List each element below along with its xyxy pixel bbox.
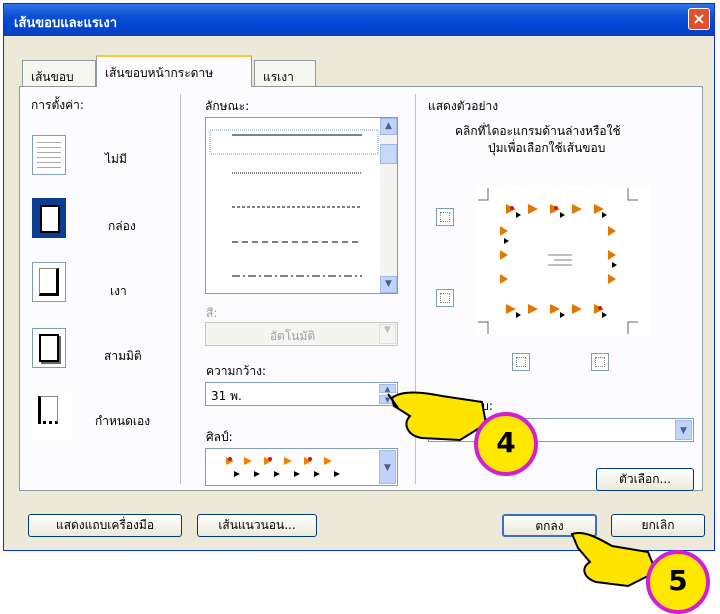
- width-value: 31 พ.: [211, 389, 242, 403]
- setting-box-label[interactable]: กล่อง: [108, 217, 136, 236]
- title-bar[interactable]: เส้นขอบและแรเงา ×: [4, 4, 714, 36]
- bottom-border-button[interactable]: [436, 289, 454, 307]
- tab-label: เส้นขอบหน้ากระดาษ: [105, 66, 214, 80]
- width-label: ความกว้าง:: [206, 364, 267, 378]
- style-scrollbar[interactable]: ▲ ▼: [380, 118, 397, 293]
- step-5-badge: 5: [646, 550, 710, 614]
- tab-label: เส้นขอบ: [31, 70, 74, 84]
- tab-borders[interactable]: เส้นขอบ: [22, 60, 96, 86]
- preview-area[interactable]: [476, 186, 650, 336]
- art-label: ศิลป์:: [206, 430, 233, 444]
- setting-custom-label[interactable]: กำหนดเอง: [95, 412, 150, 431]
- setting-shadow-label[interactable]: เงา: [110, 282, 127, 301]
- preview-border-art-icon: [478, 188, 638, 334]
- settings-header: การตั้งค่า:: [31, 98, 84, 112]
- setting-none-label[interactable]: ไม่มี: [105, 150, 127, 169]
- separator: [180, 94, 181, 484]
- line-style-samples: [209, 129, 379, 277]
- color-label: สี:: [206, 306, 218, 320]
- step-4-badge: 4: [474, 412, 538, 476]
- right-border-button[interactable]: [591, 353, 609, 371]
- setting-box-icon[interactable]: [32, 198, 66, 238]
- chevron-down-icon[interactable]: ▼: [379, 324, 396, 344]
- scroll-down-icon[interactable]: ▼: [380, 276, 397, 293]
- left-border-button[interactable]: [512, 353, 530, 371]
- scroll-up-icon[interactable]: ▲: [380, 118, 397, 135]
- close-button[interactable]: ×: [688, 8, 710, 30]
- window-title: เส้นขอบและแรเงา: [14, 16, 117, 31]
- style-header: ลักษณะ:: [205, 99, 250, 113]
- setting-none-icon[interactable]: [32, 135, 66, 175]
- setting-shadow-icon[interactable]: [32, 262, 66, 302]
- top-border-button[interactable]: [436, 208, 454, 226]
- options-button[interactable]: ตัวเลือก...: [596, 468, 694, 491]
- style-listbox[interactable]: ▲ ▼: [205, 117, 398, 294]
- tab-shading[interactable]: แรเงา: [254, 60, 316, 86]
- chevron-down-icon[interactable]: ▼: [379, 450, 396, 484]
- color-dropdown[interactable]: อัตโนมัติ ▼: [205, 322, 398, 346]
- tab-label: แรเงา: [263, 70, 294, 84]
- chevron-down-icon[interactable]: ▼: [675, 420, 692, 440]
- preview-hint-2: ปุ่มเพื่อเลือกใช้เส้นขอบ: [488, 141, 606, 155]
- scroll-thumb[interactable]: [380, 144, 397, 164]
- setting-3d-label[interactable]: สามมิติ: [104, 347, 142, 366]
- horizontal-line-button[interactable]: เส้นแนวนอน...: [197, 514, 317, 537]
- candy-corn-art-icon: [226, 457, 340, 477]
- show-toolbar-button[interactable]: แสดงแถบเครื่องมือ: [28, 514, 182, 537]
- tab-page-border[interactable]: เส้นขอบหน้ากระดาษ: [96, 55, 252, 87]
- setting-custom-icon[interactable]: [32, 392, 72, 440]
- color-value: อัตโนมัติ: [269, 329, 316, 343]
- preview-header: แสดงตัวอย่าง: [428, 99, 499, 113]
- setting-3d-icon[interactable]: [32, 328, 66, 368]
- width-spinner[interactable]: 31 พ. ▲ ▼: [205, 382, 398, 406]
- art-dropdown[interactable]: ▼: [205, 448, 398, 486]
